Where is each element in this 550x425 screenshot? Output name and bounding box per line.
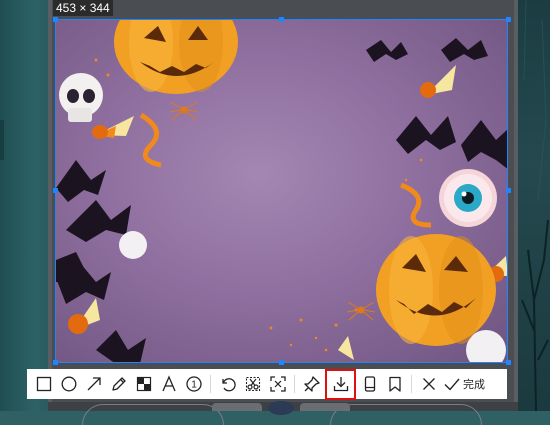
background-dot [268,401,294,415]
pen-tool[interactable] [107,369,130,399]
ribbon [139,112,162,168]
pin-icon [303,376,320,392]
long-screenshot-button[interactable] [358,369,381,399]
close-icon [422,378,435,390]
number-tool[interactable]: 1 [182,369,205,399]
background-arc [330,404,482,425]
resize-handle-top-left[interactable] [53,17,58,22]
candy-corn [338,336,354,360]
number-circle-icon: 1 [185,376,202,392]
arrow-icon [87,377,101,391]
ribbon [400,182,432,228]
pumpkin-bottom-right [376,234,496,346]
undo-button[interactable] [216,369,239,399]
resize-handle-top[interactable] [279,17,284,22]
bookmark-button[interactable] [383,369,406,399]
confetti [84,58,423,352]
background-arc [82,404,224,425]
toolbar-divider [210,375,211,393]
screenshot-toolbar: 1 完成 [27,368,507,400]
halloween-image [56,20,507,362]
save-button[interactable] [325,368,356,400]
text-tool[interactable] [157,369,180,399]
skull [59,73,103,122]
eyeball [439,169,497,227]
download-icon [333,377,348,392]
check-icon [444,378,460,391]
desktop-background-left [0,0,50,411]
bookmark-icon [388,376,401,392]
pin-button[interactable] [300,369,323,399]
desktop-edge-bar [0,120,4,160]
resize-handle-left[interactable] [53,188,58,193]
pencil-icon [111,377,126,391]
white-ball [119,231,147,259]
scissors-icon [245,376,260,392]
toolbar-divider [294,375,295,393]
spider [346,301,376,321]
ocr-scan-icon [269,376,286,392]
resize-handle-bottom-right[interactable] [506,360,511,365]
candy-corn [420,65,456,98]
candy-corn [92,116,134,139]
cancel-button[interactable] [417,369,440,399]
resize-handle-bottom-left[interactable] [53,360,58,365]
selection-size-label: 453 × 344 [53,0,113,16]
pumpkin-top [114,20,238,94]
resize-handle-bottom[interactable] [279,360,284,365]
rectangle-tool[interactable] [32,369,55,399]
mosaic-tool[interactable] [132,369,155,399]
number-icon-label: 1 [191,380,197,391]
arrow-tool[interactable] [82,369,105,399]
ocr-button[interactable] [266,369,289,399]
circle-icon [61,376,76,392]
ellipse-tool[interactable] [57,369,80,399]
resize-handle-right[interactable] [506,188,511,193]
spider [169,101,199,121]
text-icon [161,375,176,392]
rectangle-icon [36,376,51,392]
scissors-button[interactable] [241,369,264,399]
phone-icon [364,376,375,392]
done-label: 完成 [463,378,485,391]
desktop-background-right [518,0,550,412]
capture-selection[interactable] [55,19,508,363]
toolbar-divider [411,375,412,393]
mosaic-icon [136,376,151,392]
undo-icon [221,378,236,392]
resize-handle-top-right[interactable] [506,17,511,22]
background-pill [300,403,350,411]
done-button[interactable]: 完成 [441,369,487,399]
candy-corn [68,298,100,334]
background-pill [212,403,262,411]
tree-branches-decoration [521,0,549,412]
